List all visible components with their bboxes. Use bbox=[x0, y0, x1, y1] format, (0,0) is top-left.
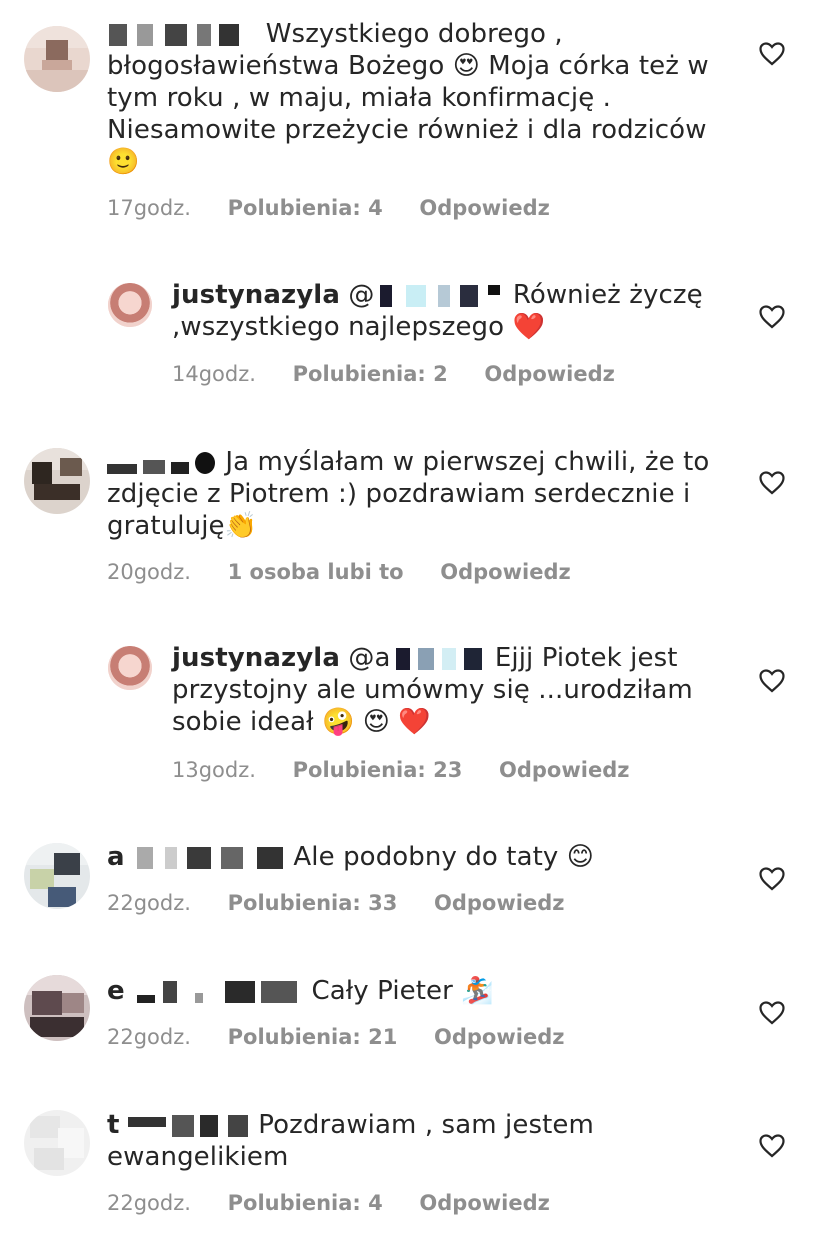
comment-text: justynazyla @ Również życzę ,wszystkiego… bbox=[172, 280, 703, 342]
likes-count[interactable]: Polubienia: 33 bbox=[228, 891, 398, 915]
likes-count[interactable]: 1 osoba lubi to bbox=[228, 560, 404, 584]
like-heart-icon[interactable] bbox=[759, 305, 785, 329]
comment-text: Wszystkiego dobrego , błogosławieństwa B… bbox=[107, 19, 709, 177]
username[interactable]: justynazyla bbox=[172, 280, 340, 310]
comment-text: e Cały Pieter 🏂 bbox=[107, 976, 494, 1006]
reply-button[interactable]: Odpowiedz bbox=[434, 1025, 564, 1049]
blurred-username bbox=[107, 451, 217, 474]
blurred-mention bbox=[390, 647, 486, 670]
reply-button[interactable]: Odpowiedz bbox=[499, 758, 629, 782]
reply-button[interactable]: Odpowiedz bbox=[434, 891, 564, 915]
avatar[interactable] bbox=[24, 448, 90, 514]
comment-meta: 17godz. Polubienia: 4 Odpowiedz bbox=[107, 196, 580, 220]
blurred-username bbox=[107, 23, 249, 46]
comment-meta: 22godz. Polubienia: 21 Odpowiedz bbox=[107, 1025, 594, 1049]
like-heart-icon[interactable] bbox=[759, 471, 785, 495]
avatar[interactable] bbox=[108, 646, 152, 690]
likes-count[interactable]: Polubienia: 4 bbox=[228, 1191, 383, 1215]
username[interactable]: t bbox=[107, 1110, 120, 1140]
comment-meta: 22godz. Polubienia: 33 Odpowiedz bbox=[107, 891, 594, 915]
likes-count[interactable]: Polubienia: 21 bbox=[228, 1025, 398, 1049]
avatar[interactable] bbox=[24, 1110, 90, 1176]
timestamp: 22godz. bbox=[107, 891, 191, 915]
reply-button[interactable]: Odpowiedz bbox=[419, 196, 549, 220]
comment-text: t Pozdrawiam , sam jestem ewangelikiem bbox=[107, 1110, 594, 1172]
timestamp: 20godz. bbox=[107, 560, 191, 584]
comment-meta: 13godz. Polubienia: 23 Odpowiedz bbox=[172, 758, 659, 782]
timestamp: 22godz. bbox=[107, 1025, 191, 1049]
comment-meta: 20godz. 1 osoba lubi to Odpowiedz bbox=[107, 560, 601, 584]
avatar[interactable] bbox=[24, 843, 90, 909]
reply-button[interactable]: Odpowiedz bbox=[484, 362, 614, 386]
timestamp: 22godz. bbox=[107, 1191, 191, 1215]
like-heart-icon[interactable] bbox=[759, 1134, 785, 1158]
likes-count[interactable]: Polubienia: 23 bbox=[293, 758, 463, 782]
comment-meta: 22godz. Polubienia: 4 Odpowiedz bbox=[107, 1191, 580, 1215]
like-heart-icon[interactable] bbox=[759, 867, 785, 891]
likes-count[interactable]: Polubienia: 4 bbox=[228, 196, 383, 220]
like-heart-icon[interactable] bbox=[759, 42, 785, 66]
mention[interactable]: @ bbox=[348, 280, 374, 310]
username[interactable]: a bbox=[107, 842, 125, 872]
avatar[interactable] bbox=[24, 975, 90, 1041]
like-heart-icon[interactable] bbox=[759, 669, 785, 693]
comment-text: Ja myślałam w pierwszej chwili, że to zd… bbox=[107, 447, 710, 541]
like-heart-icon[interactable] bbox=[759, 1001, 785, 1025]
username[interactable]: justynazyla bbox=[172, 643, 340, 673]
username[interactable]: e bbox=[107, 976, 125, 1006]
reply-button[interactable]: Odpowiedz bbox=[419, 1191, 549, 1215]
comment-meta: 14godz. Polubienia: 2 Odpowiedz bbox=[172, 362, 645, 386]
blurred-username bbox=[133, 980, 303, 1003]
blurred-mention bbox=[374, 284, 504, 307]
avatar[interactable] bbox=[108, 283, 152, 327]
timestamp: 14godz. bbox=[172, 362, 256, 386]
comment-text: justynazyla @a Ejjj Piotek jest przystoj… bbox=[172, 643, 693, 737]
timestamp: 13godz. bbox=[172, 758, 256, 782]
blurred-username bbox=[127, 1114, 250, 1137]
comment-text: a Ale podobny do taty 😊 bbox=[107, 842, 594, 872]
likes-count[interactable]: Polubienia: 2 bbox=[293, 362, 448, 386]
avatar[interactable] bbox=[24, 26, 90, 92]
blurred-username bbox=[133, 846, 285, 869]
timestamp: 17godz. bbox=[107, 196, 191, 220]
reply-button[interactable]: Odpowiedz bbox=[440, 560, 570, 584]
mention[interactable]: @a bbox=[348, 643, 390, 673]
